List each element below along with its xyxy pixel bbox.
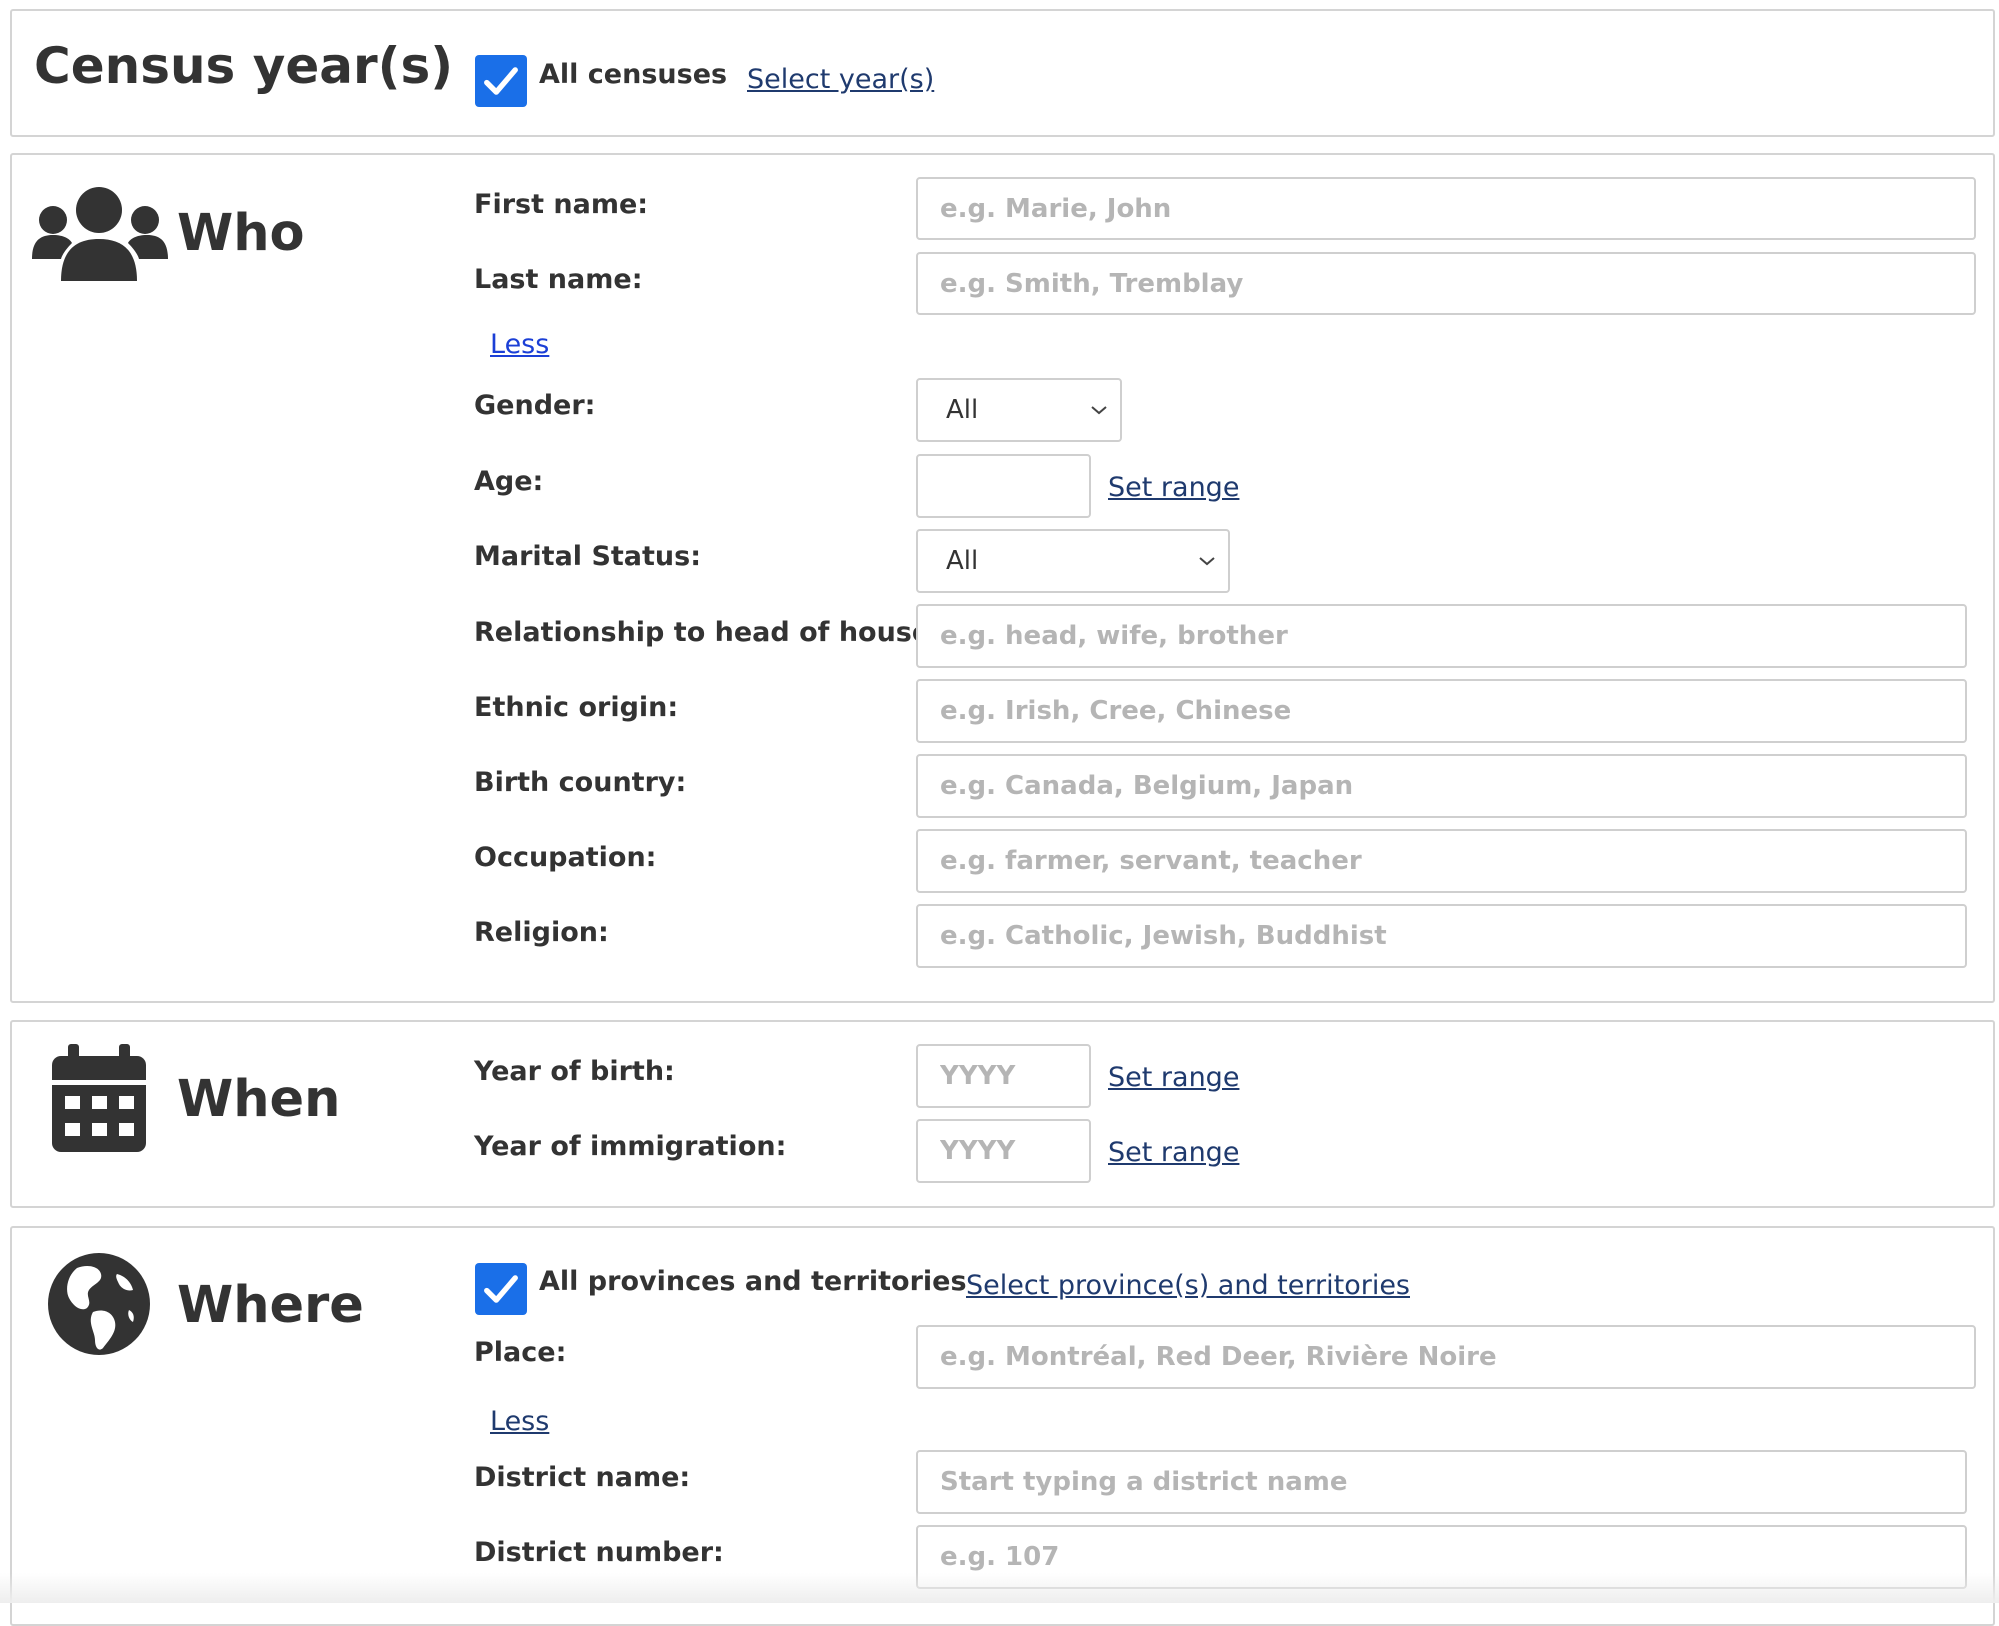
gender-select[interactable]: All: [916, 378, 1122, 442]
religion-label: Religion:: [474, 917, 609, 948]
less-link[interactable]: Less: [490, 331, 549, 358]
place-label: Place:: [474, 1337, 567, 1368]
district-name-input[interactable]: [916, 1450, 1967, 1514]
chevron-down-icon: [1199, 557, 1215, 566]
who-title: Who: [177, 204, 305, 263]
last-name-label: Last name:: [474, 264, 643, 295]
relationship-label: Relationship to head of house:: [474, 617, 941, 648]
when-title: When: [177, 1070, 341, 1129]
age-set-range-link[interactable]: Set range: [1108, 474, 1239, 501]
birth-year-set-range-link[interactable]: Set range: [1108, 1064, 1239, 1091]
who-panel: Who First name: Last name: Less Gender: …: [10, 153, 1995, 1003]
where-panel: Where All provinces and territories Sele…: [10, 1226, 1995, 1626]
age-label: Age:: [474, 466, 544, 497]
district-name-label: District name:: [474, 1462, 691, 1493]
calendar-icon: [52, 1044, 146, 1152]
all-provinces-checkbox[interactable]: [475, 1263, 527, 1315]
chevron-down-icon: [1091, 406, 1107, 415]
birth-year-input[interactable]: [916, 1044, 1091, 1108]
ethnic-origin-label: Ethnic origin:: [474, 692, 679, 723]
immigration-year-label: Year of immigration:: [474, 1131, 787, 1162]
less-link[interactable]: Less: [490, 1408, 549, 1435]
place-input[interactable]: [916, 1325, 1976, 1389]
first-name-input[interactable]: [916, 177, 1976, 240]
select-provinces-link[interactable]: Select province(s) and territories: [966, 1272, 1410, 1299]
checkmark-icon: [484, 67, 518, 95]
globe-icon: [48, 1253, 150, 1355]
ethnic-origin-input[interactable]: [916, 679, 1967, 743]
relationship-input[interactable]: [916, 604, 1967, 668]
marital-status-select[interactable]: All: [916, 529, 1230, 593]
marital-status-label: Marital Status:: [474, 541, 702, 572]
religion-input[interactable]: [916, 904, 1967, 968]
occupation-input[interactable]: [916, 829, 1967, 893]
marital-status-value: All: [946, 546, 979, 576]
all-provinces-label: All provinces and territories: [539, 1266, 967, 1297]
all-censuses-checkbox[interactable]: [475, 55, 527, 107]
birth-country-input[interactable]: [916, 754, 1967, 818]
age-input[interactable]: [916, 454, 1091, 518]
where-title: Where: [177, 1276, 364, 1335]
when-panel: When Year of birth: Set range Year of im…: [10, 1020, 1995, 1208]
district-number-label: District number:: [474, 1537, 724, 1568]
gender-value: All: [946, 395, 979, 425]
immigration-year-input[interactable]: [916, 1119, 1091, 1183]
occupation-label: Occupation:: [474, 842, 657, 873]
birth-year-label: Year of birth:: [474, 1056, 675, 1087]
users-icon: [32, 187, 168, 281]
bottom-fade: [0, 1573, 1999, 1603]
select-years-link[interactable]: Select year(s): [747, 66, 934, 93]
last-name-input[interactable]: [916, 252, 1976, 315]
immigration-year-set-range-link[interactable]: Set range: [1108, 1139, 1239, 1166]
all-censuses-label: All censuses: [539, 59, 728, 90]
first-name-label: First name:: [474, 189, 649, 220]
birth-country-label: Birth country:: [474, 767, 687, 798]
census-year-title: Census year(s): [34, 37, 454, 95]
gender-label: Gender:: [474, 390, 596, 421]
checkmark-icon: [484, 1275, 518, 1303]
census-year-panel: Census year(s) All censuses Select year(…: [10, 9, 1995, 137]
